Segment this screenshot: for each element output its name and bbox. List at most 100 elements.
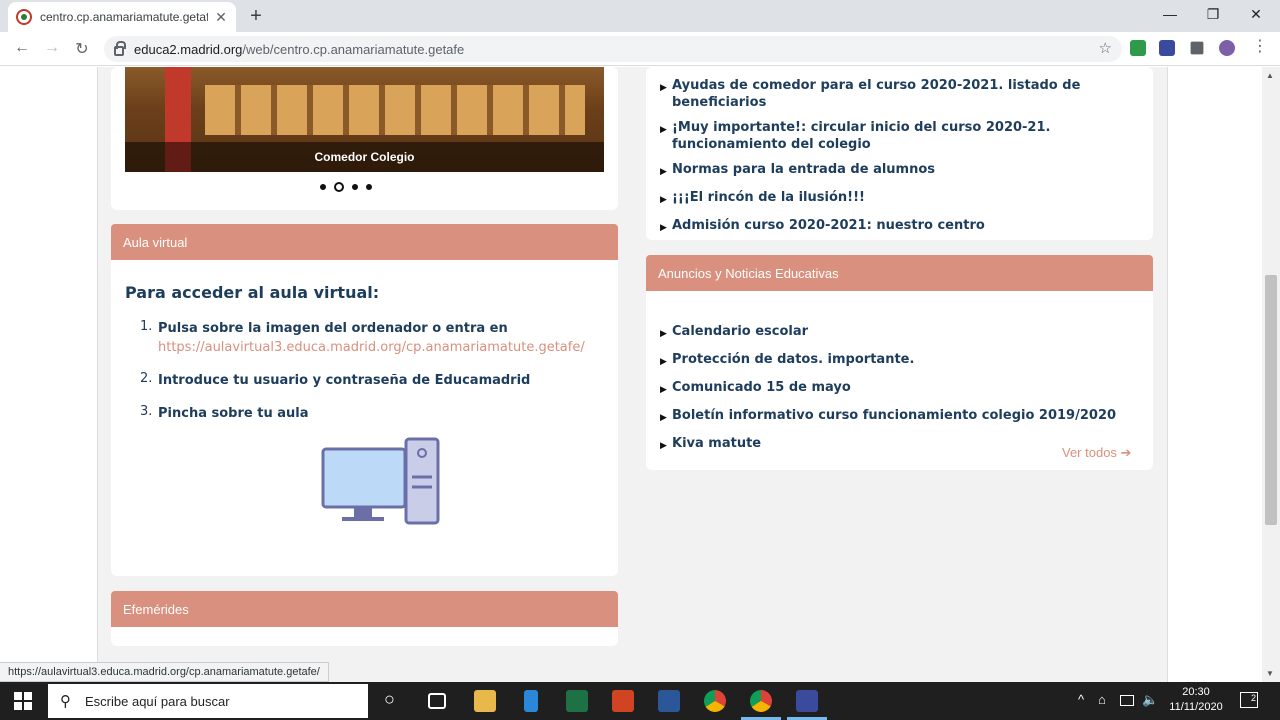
lock-icon xyxy=(114,41,126,56)
slider-dot[interactable] xyxy=(320,184,326,190)
monitor-app-icon[interactable] xyxy=(796,690,818,712)
slider-dots xyxy=(320,182,372,192)
search-placeholder: Escribe aquí para buscar xyxy=(85,693,230,709)
cortana-icon[interactable]: ○ xyxy=(384,689,395,710)
anuncios-list: ▶ Calendario escolar ▶ Protección de datos.… xyxy=(660,323,1140,463)
aula-header: Aula virtual xyxy=(111,224,618,260)
tab-strip: centro.cp.anamariamatute.getafe ✕ + — ❐ … xyxy=(0,0,1280,32)
step-number: 2. xyxy=(140,371,153,386)
scroll-down-arrow-icon[interactable]: ▼ xyxy=(1266,669,1274,678)
word-icon[interactable] xyxy=(658,690,680,712)
anuncios-header: Anuncios y Noticias Educativas xyxy=(646,255,1153,291)
windows-taskbar: ⚲ Escribe aquí para buscar ○ ^ ⌂ 🔈 20:30… xyxy=(0,682,1280,720)
bullet-triangle-icon: ▶ xyxy=(660,413,667,423)
close-window-button[interactable]: ✕ xyxy=(1246,6,1266,23)
aula-heading: Para acceder al aula virtual: xyxy=(125,283,380,302)
windows-start-icon[interactable] xyxy=(14,692,32,710)
notifications-icon[interactable]: 2 xyxy=(1240,692,1258,708)
extensions-puzzle-icon[interactable] xyxy=(1190,41,1204,55)
step-item: 2. Introduce tu usuario y contraseña de … xyxy=(140,371,585,390)
back-button[interactable]: ← xyxy=(12,39,32,57)
bullet-triangle-icon: ▶ xyxy=(660,441,667,451)
aula-steps: 1. Pulsa sobre la imagen del ordenador o… xyxy=(140,319,585,437)
news-list: ▶ Ayudas de comedor para el curso 2020-20… xyxy=(660,77,1140,245)
chrome-icon[interactable] xyxy=(704,690,726,712)
bullet-triangle-icon: ▶ xyxy=(660,329,667,339)
scrollbar-thumb[interactable] xyxy=(1265,275,1277,525)
slider-dot[interactable] xyxy=(366,184,372,190)
bullet-triangle-icon: ▶ xyxy=(660,357,667,367)
computer-icon[interactable] xyxy=(320,437,442,525)
browser-tab[interactable]: centro.cp.anamariamatute.getafe ✕ xyxy=(8,2,236,32)
extension-icon[interactable] xyxy=(1130,40,1146,56)
status-bar-url: https://aulavirtual3.educa.madrid.org/cp… xyxy=(0,662,329,682)
search-icon: ⚲ xyxy=(60,693,71,710)
extension-monitor-icon[interactable] xyxy=(1159,40,1175,56)
news-item[interactable]: ▶ Ayudas de comedor para el curso 2020-20… xyxy=(660,77,1140,111)
dining-tables-image xyxy=(205,85,585,135)
browser-menu-icon[interactable]: ⋮ xyxy=(1252,38,1268,56)
news-item[interactable]: ▶ Protección de datos. importante. xyxy=(660,351,1140,371)
restore-button[interactable]: ❐ xyxy=(1203,6,1223,23)
task-view-icon[interactable] xyxy=(428,693,446,709)
bullet-triangle-icon: ▶ xyxy=(660,125,667,135)
phone-app-icon[interactable] xyxy=(524,690,538,712)
web-page: Comedor Colegio Aula virtual Para accede… xyxy=(0,67,1280,682)
efemerides-header: Efemérides xyxy=(111,591,618,627)
tab-title: centro.cp.anamariamatute.getafe xyxy=(40,10,208,24)
battery-icon[interactable] xyxy=(1120,695,1134,706)
ver-todos-link[interactable]: Ver todos ➔ xyxy=(1062,445,1131,461)
bullet-triangle-icon: ▶ xyxy=(660,223,667,233)
system-clock[interactable]: 20:30 11/11/2020 xyxy=(1166,685,1226,715)
news-item[interactable]: ▶ ¡¡¡El rincón de la ilusión!!! xyxy=(660,189,1140,209)
news-item[interactable]: ▶ ¡Muy importante!: circular inicio del c… xyxy=(660,119,1140,153)
slider-dot[interactable] xyxy=(352,184,358,190)
news-item-text: Comunicado 15 de mayo xyxy=(672,380,851,395)
news-item[interactable]: ▶ Comunicado 15 de mayo xyxy=(660,379,1140,399)
news-item-text: Kiva matute xyxy=(672,436,762,451)
file-explorer-icon[interactable] xyxy=(474,690,496,712)
clock-date: 11/11/2020 xyxy=(1169,701,1223,713)
tray-chevron-icon[interactable]: ^ xyxy=(1078,692,1084,707)
step-text: Pincha sobre tu aula xyxy=(158,406,309,421)
profile-avatar[interactable] xyxy=(1219,40,1235,56)
forward-button[interactable]: → xyxy=(42,39,62,57)
aula-virtual-link[interactable]: https://aulavirtual3.educa.madrid.org/cp… xyxy=(158,338,585,357)
network-icon[interactable]: ⌂ xyxy=(1098,692,1106,707)
browser-toolbar: ← → ↻ educa2.madrid.org/web/centro.cp.an… xyxy=(0,32,1280,66)
excel-icon[interactable] xyxy=(566,690,588,712)
news-item[interactable]: ▶ Calendario escolar xyxy=(660,323,1140,343)
url-host: educa2.madrid.org xyxy=(134,41,243,57)
slider-dot[interactable] xyxy=(334,182,344,192)
news-item[interactable]: ▶ Normas para la entrada de alumnos xyxy=(660,161,1140,181)
bookmark-star-icon[interactable]: ☆ xyxy=(1099,39,1112,57)
chrome-active-icon[interactable] xyxy=(750,690,772,712)
close-tab-icon[interactable]: ✕ xyxy=(214,9,228,26)
news-item-text: Calendario escolar xyxy=(672,324,809,339)
news-item-text: Protección de datos. importante. xyxy=(672,352,915,367)
step-item: 1. Pulsa sobre la imagen del ordenador o… xyxy=(140,319,585,357)
bullet-triangle-icon: ▶ xyxy=(660,83,667,93)
minimize-button[interactable]: — xyxy=(1160,6,1180,22)
news-item-text: Ayudas de comedor para el curso 2020-202… xyxy=(672,78,1081,110)
url-path: /web/centro.cp.anamariamatute.getafe xyxy=(242,41,465,57)
news-item[interactable]: ▶ Boletín informativo curso funcionamient… xyxy=(660,407,1140,427)
news-item[interactable]: ▶ Admisión curso 2020-2021: nuestro centr… xyxy=(660,217,1140,237)
news-item-text: ¡¡¡El rincón de la ilusión!!! xyxy=(672,190,865,205)
step-number: 1. xyxy=(140,319,153,334)
scroll-up-arrow-icon[interactable]: ▲ xyxy=(1266,71,1274,80)
step-item: 3. Pincha sobre tu aula xyxy=(140,404,585,423)
taskbar-search[interactable]: ⚲ Escribe aquí para buscar xyxy=(48,684,368,718)
site-favicon-icon xyxy=(16,9,32,25)
new-tab-button[interactable]: + xyxy=(246,5,266,27)
slide-caption: Comedor Colegio xyxy=(125,142,604,172)
bullet-triangle-icon: ▶ xyxy=(660,167,667,177)
step-text: Introduce tu usuario y contraseña de Edu… xyxy=(158,373,531,388)
address-bar[interactable]: educa2.madrid.org/web/centro.cp.anamaria… xyxy=(104,36,1122,62)
powerpoint-icon[interactable] xyxy=(612,690,634,712)
step-number: 3. xyxy=(140,404,153,419)
clock-time: 20:30 xyxy=(1182,686,1210,698)
volume-icon[interactable]: 🔈 xyxy=(1142,692,1158,708)
image-slider[interactable]: Comedor Colegio xyxy=(125,67,604,172)
reload-button[interactable]: ↻ xyxy=(72,39,92,59)
